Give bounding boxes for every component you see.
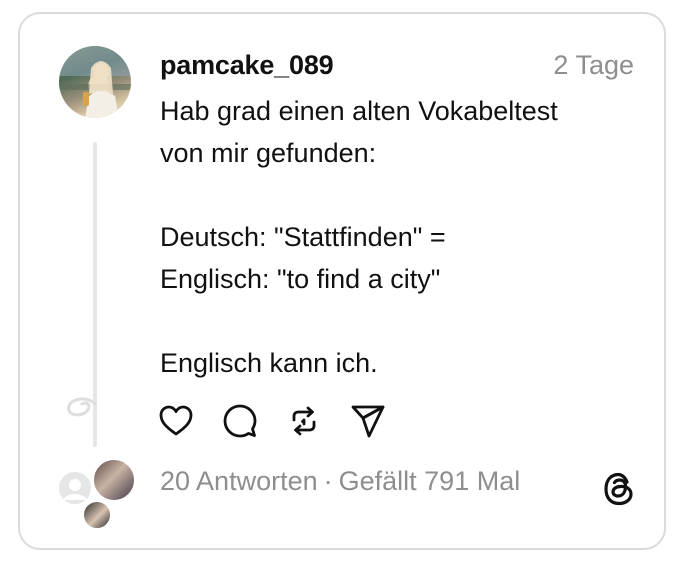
thread-loop-icon xyxy=(62,392,102,432)
post-stats: 20 Antworten · Gefällt 791 Mal xyxy=(160,466,520,497)
comment-button[interactable] xyxy=(222,403,258,439)
threads-logo-icon[interactable] xyxy=(600,470,638,508)
repost-icon xyxy=(286,403,322,439)
post-text: Hab grad einen alten Vokabeltest von mir… xyxy=(160,96,558,378)
author-avatar[interactable] xyxy=(59,46,131,118)
share-button[interactable] xyxy=(350,403,386,439)
comment-icon xyxy=(222,403,258,439)
heart-icon xyxy=(158,403,194,439)
replies-count[interactable]: 20 Antworten xyxy=(160,466,318,496)
like-button[interactable] xyxy=(158,403,194,439)
post-time[interactable]: 2 Tage xyxy=(553,50,634,81)
reply-avatar xyxy=(82,500,112,530)
stats-separator: · xyxy=(323,466,333,496)
reply-avatar xyxy=(57,470,93,506)
repost-button[interactable] xyxy=(286,403,322,439)
likes-count[interactable]: Gefällt 791 Mal xyxy=(339,466,521,496)
reply-avatars[interactable] xyxy=(52,458,136,532)
send-icon xyxy=(350,403,386,439)
reply-avatar xyxy=(92,458,136,502)
username[interactable]: pamcake_089 xyxy=(160,50,334,81)
